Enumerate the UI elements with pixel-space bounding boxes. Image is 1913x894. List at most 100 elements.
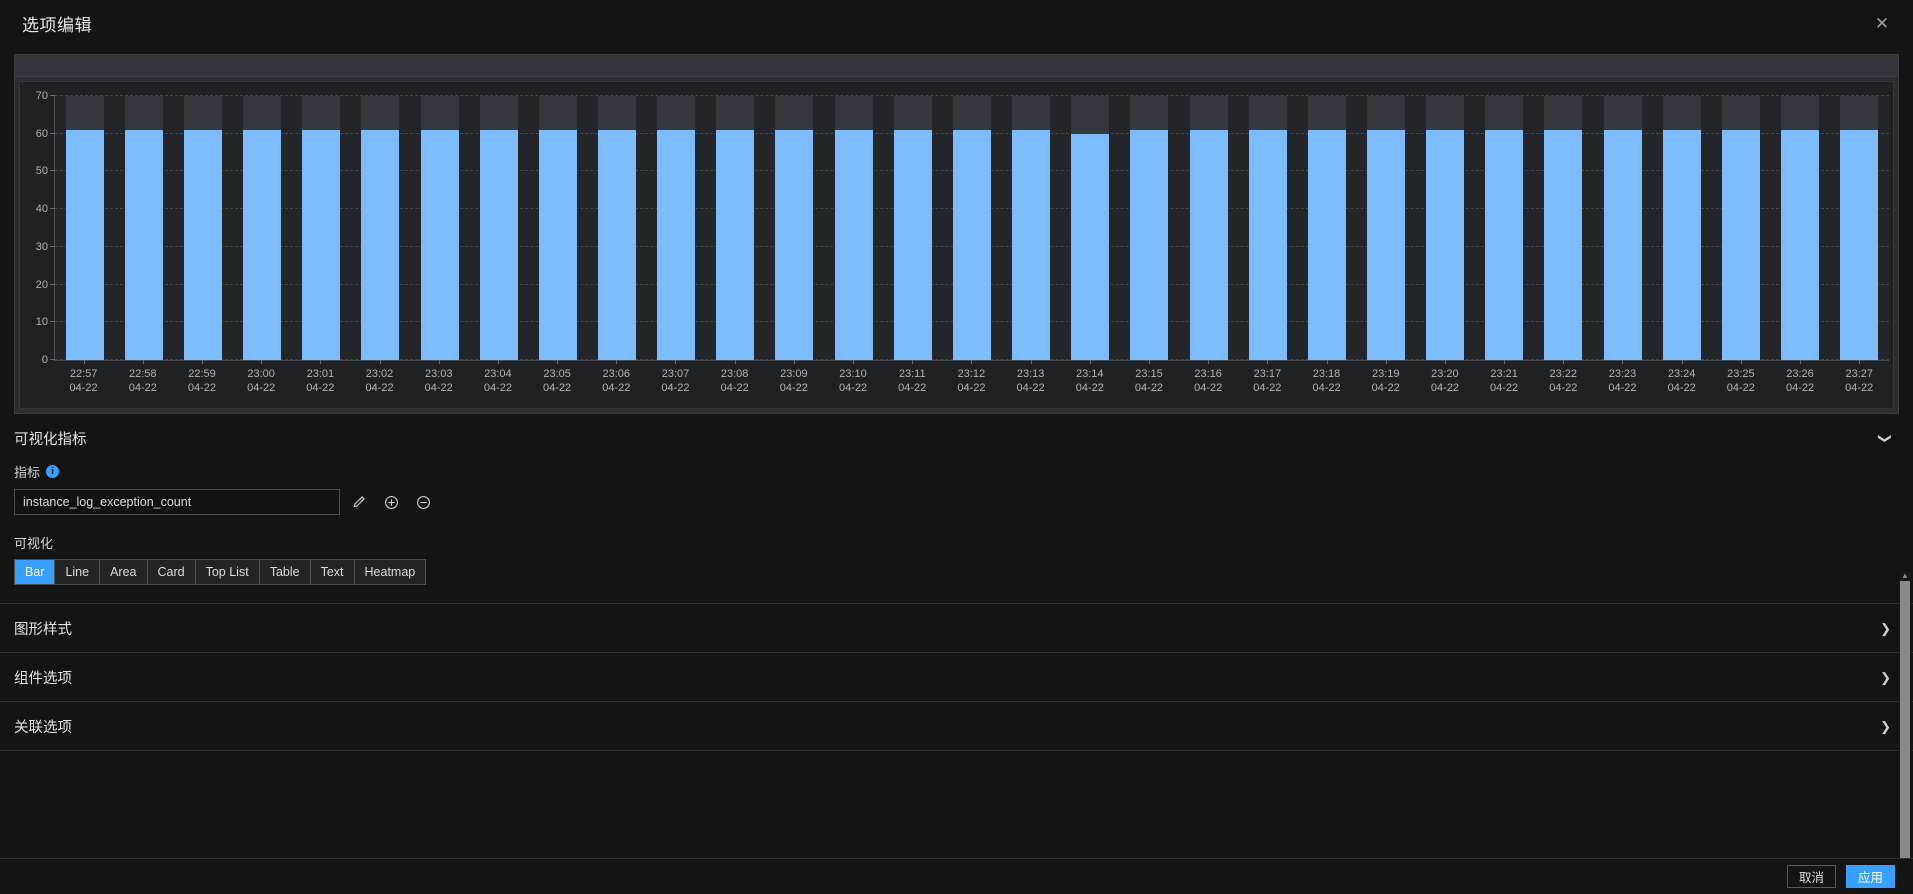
- x-axis-tick-date: 04-22: [1016, 382, 1045, 394]
- bar-slot[interactable]: [1356, 96, 1415, 360]
- bar[interactable]: [479, 129, 518, 360]
- viz-type-heatmap-button[interactable]: Heatmap: [354, 560, 426, 584]
- bar-slot[interactable]: [587, 96, 646, 360]
- info-icon[interactable]: i: [46, 465, 60, 478]
- viz-type-area-button[interactable]: Area: [100, 560, 148, 584]
- bar[interactable]: [1071, 133, 1110, 360]
- viz-type-card-button[interactable]: Card: [147, 560, 196, 584]
- bar[interactable]: [1544, 129, 1583, 360]
- bar-slot[interactable]: [114, 96, 173, 360]
- bar[interactable]: [1426, 129, 1465, 360]
- bar[interactable]: [538, 129, 577, 360]
- bar-slot[interactable]: [1238, 96, 1297, 360]
- bar-slot[interactable]: [469, 96, 528, 360]
- bar[interactable]: [657, 129, 696, 360]
- bar-slot[interactable]: [1179, 96, 1238, 360]
- viz-type-top-list-button[interactable]: Top List: [195, 560, 260, 584]
- bar[interactable]: [1307, 129, 1346, 360]
- chevron-right-icon[interactable]: ❯: [1880, 720, 1891, 733]
- bar-slot[interactable]: [1593, 96, 1652, 360]
- bar[interactable]: [1721, 129, 1760, 360]
- bar[interactable]: [65, 129, 104, 360]
- bar-slot[interactable]: [292, 96, 351, 360]
- x-axis-tick-date: 04-22: [483, 382, 512, 394]
- bar[interactable]: [893, 129, 932, 360]
- bar-slot[interactable]: [647, 96, 706, 360]
- vertical-scrollbar[interactable]: ▲: [1899, 571, 1911, 858]
- viz-type-line-button[interactable]: Line: [55, 560, 101, 584]
- bar-slot[interactable]: [1297, 96, 1356, 360]
- bar-slot[interactable]: [942, 96, 1001, 360]
- caret-up-icon[interactable]: ▲: [1899, 571, 1911, 581]
- bar[interactable]: [834, 129, 873, 360]
- bar-slot[interactable]: [1416, 96, 1475, 360]
- bar[interactable]: [243, 129, 282, 360]
- bar-slot[interactable]: [1652, 96, 1711, 360]
- cancel-button[interactable]: 取消: [1786, 865, 1836, 888]
- close-icon[interactable]: ✕: [1869, 10, 1895, 36]
- bar-slot[interactable]: [1534, 96, 1593, 360]
- x-axis-tick-date: 04-22: [602, 382, 631, 394]
- bar-slot[interactable]: [1830, 96, 1889, 360]
- x-axis-tick-time: 22:59: [188, 368, 216, 380]
- bar[interactable]: [952, 129, 991, 360]
- viz-type-bar-button[interactable]: Bar: [15, 560, 56, 584]
- bar[interactable]: [1603, 129, 1642, 360]
- bar[interactable]: [1662, 129, 1701, 360]
- bar-slot[interactable]: [55, 96, 114, 360]
- apply-button[interactable]: 应用: [1845, 865, 1895, 888]
- bar[interactable]: [1248, 129, 1287, 360]
- section-header-visual-metrics[interactable]: 可视化指标 ❯: [0, 414, 1913, 462]
- bar[interactable]: [183, 129, 222, 360]
- bar[interactable]: [1012, 129, 1051, 360]
- bar[interactable]: [1367, 129, 1406, 360]
- viz-type-text-button[interactable]: Text: [310, 560, 355, 584]
- bar-slot[interactable]: [232, 96, 291, 360]
- section-header-graph-style[interactable]: 图形样式 ❯: [0, 604, 1913, 652]
- chevron-down-icon[interactable]: ❯: [1878, 433, 1893, 444]
- x-axis-tick-time: 23:03: [424, 368, 453, 380]
- bar-slot[interactable]: [1771, 96, 1830, 360]
- bar[interactable]: [420, 129, 459, 360]
- bar[interactable]: [716, 129, 755, 360]
- bar-slot[interactable]: [528, 96, 587, 360]
- bar-slot[interactable]: [883, 96, 942, 360]
- bar[interactable]: [124, 129, 163, 360]
- bar[interactable]: [302, 129, 341, 360]
- bar-slot[interactable]: [1002, 96, 1061, 360]
- bar-slot[interactable]: [1061, 96, 1120, 360]
- x-axis-tick-time: 23:15: [1135, 368, 1163, 380]
- bar[interactable]: [1485, 129, 1524, 360]
- bar-slot[interactable]: [1475, 96, 1534, 360]
- section-title: 关联选项: [14, 719, 72, 736]
- x-axis-tick: 23:24 04-22: [1652, 360, 1711, 408]
- bar-slot[interactable]: [1120, 96, 1179, 360]
- plus-circle-icon[interactable]: [378, 489, 404, 515]
- x-axis-tick: 23:03 04-22: [409, 360, 468, 408]
- bar-slot[interactable]: [1711, 96, 1770, 360]
- bar[interactable]: [1130, 129, 1169, 360]
- bar-slot[interactable]: [824, 96, 883, 360]
- section-header-relation-options[interactable]: 关联选项 ❯: [0, 702, 1913, 750]
- metric-input[interactable]: [14, 489, 340, 515]
- bar-slot[interactable]: [765, 96, 824, 360]
- bar-slot[interactable]: [410, 96, 469, 360]
- bar-slot[interactable]: [706, 96, 765, 360]
- section-header-component-options[interactable]: 组件选项 ❯: [0, 653, 1913, 701]
- chevron-right-icon[interactable]: ❯: [1880, 671, 1891, 684]
- x-axis-tick-time: 23:27: [1845, 368, 1873, 380]
- chevron-right-icon[interactable]: ❯: [1880, 622, 1891, 635]
- bar[interactable]: [361, 129, 400, 360]
- bar[interactable]: [1781, 129, 1820, 360]
- x-axis-tick: 23:11 04-22: [883, 360, 942, 408]
- bar-slot[interactable]: [351, 96, 410, 360]
- pencil-icon[interactable]: [346, 489, 372, 515]
- viz-type-table-button[interactable]: Table: [259, 560, 311, 584]
- scrollbar-thumb[interactable]: [1900, 581, 1910, 858]
- bar[interactable]: [597, 129, 636, 360]
- minus-circle-icon[interactable]: [410, 489, 436, 515]
- bar-slot[interactable]: [173, 96, 232, 360]
- bar[interactable]: [775, 129, 814, 360]
- bar[interactable]: [1840, 129, 1879, 360]
- bar[interactable]: [1189, 129, 1228, 360]
